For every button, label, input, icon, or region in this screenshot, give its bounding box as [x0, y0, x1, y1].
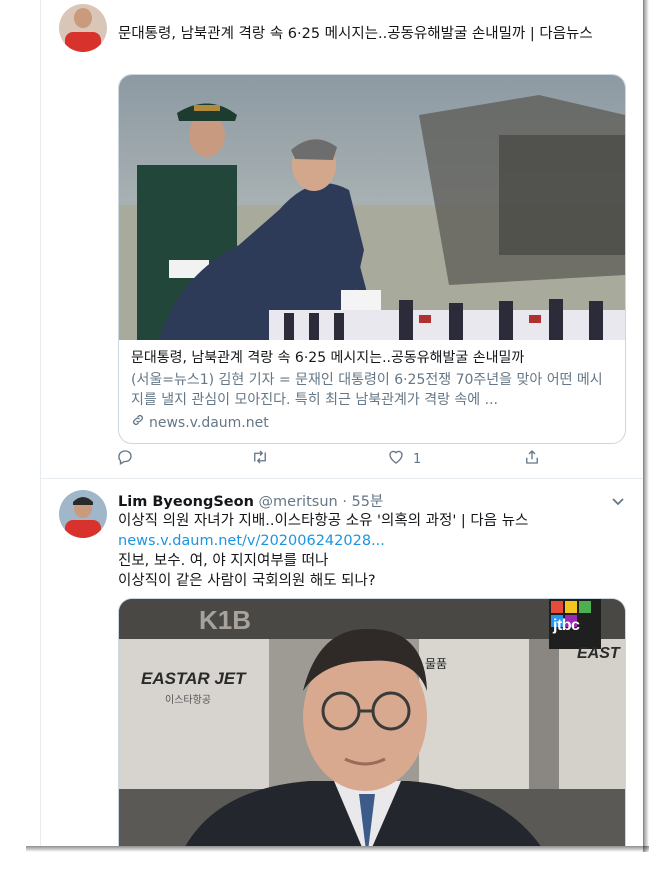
display-name[interactable]: Lim ByeongSeon — [118, 494, 254, 510]
retweet-icon — [250, 448, 270, 470]
tweet-header: Lim ByeongSeon @meritsun · 55분 — [118, 490, 383, 511]
share-button[interactable] — [523, 448, 541, 470]
news-photo — [119, 599, 625, 846]
sign-brand-right: EAST — [577, 645, 620, 662]
avatar[interactable] — [59, 490, 107, 538]
like-count: 1 — [413, 451, 422, 467]
timeline: 문대통령, 남북관계 격랑 속 6·25 메시지는..공동유해발굴 손내밀까 |… — [40, 0, 644, 846]
separator-dot: · — [342, 494, 347, 510]
tweet-actions: 1 — [116, 448, 586, 472]
reply-button[interactable] — [116, 448, 142, 470]
broadcaster-logo: jtbc — [553, 617, 580, 634]
handle[interactable]: @meritsun — [259, 494, 338, 510]
link-card[interactable]: 문대통령, 남북관계 격랑 속 6·25 메시지는..공동유해발굴 손내밀까 (… — [118, 74, 626, 444]
sign-brand-kr: 이스타항공 — [165, 695, 211, 706]
card-image — [119, 75, 625, 340]
tweet-line: 진보, 보수. 여, 야 지지여부를 떠나 — [118, 553, 329, 569]
tweet-text: 이상직 의원 자녀가 지배..이스타항공 소유 '의혹의 과정' | 다음 뉴스… — [118, 511, 628, 591]
sign-text: 물품 — [425, 657, 448, 671]
heart-icon — [387, 448, 405, 470]
window-shadow-right — [643, 0, 649, 852]
card-title: 문대통령, 남북관계 격랑 속 6·25 메시지는..공동유해발굴 손내밀까 — [131, 350, 525, 366]
timestamp[interactable]: 55분 — [352, 494, 384, 510]
sign-brand: EASTAR JET — [141, 669, 246, 688]
share-icon — [523, 448, 541, 470]
avatar[interactable] — [59, 4, 107, 52]
card-domain: news.v.daum.net — [131, 413, 613, 433]
like-button[interactable]: 1 — [387, 448, 421, 470]
card-domain-text: news.v.daum.net — [149, 415, 269, 431]
media-image[interactable]: EASTAR JET 이스타항공 K1B 물품 EAST jtbc — [118, 598, 626, 846]
tweet-line: 이상직 의원 자녀가 지배..이스타항공 소유 '의혹의 과정' | 다음 뉴스 — [118, 513, 529, 529]
reply-icon — [116, 448, 134, 470]
sign-code: K1B — [199, 605, 252, 635]
tweet-text: 문대통령, 남북관계 격랑 속 6·25 메시지는..공동유해발굴 손내밀까 |… — [118, 26, 593, 42]
link-icon — [131, 413, 145, 433]
tweet-line: 이상직이 같은 사람이 국회의원 해도 되나? — [118, 573, 376, 589]
tweet-divider — [41, 478, 643, 479]
window-shadow-bottom — [26, 846, 649, 852]
card-description: (서울=뉴스1) 김현 기자 = 문재인 대통령이 6·25전쟁 70주년을 맞… — [131, 372, 603, 408]
tweet-link[interactable]: news.v.daum.net/v/202006242028... — [118, 531, 628, 551]
chevron-down-icon[interactable] — [611, 492, 625, 511]
retweet-button[interactable] — [250, 448, 278, 470]
